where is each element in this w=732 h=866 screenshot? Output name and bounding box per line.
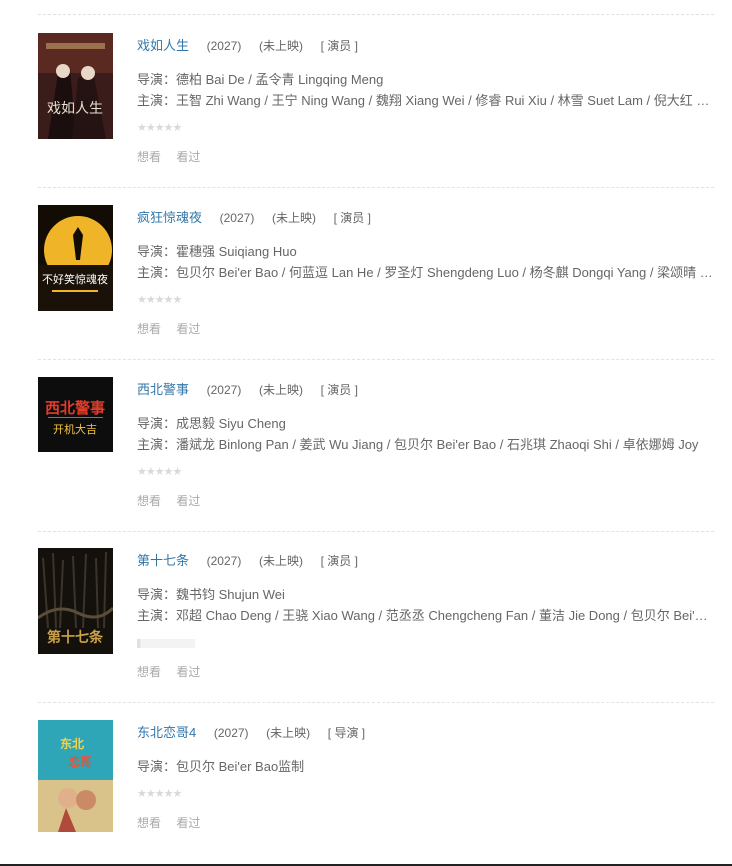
rating-stars — [137, 635, 714, 651]
movie-year: (2027) — [213, 726, 249, 740]
rating-stars: ★★★★★ — [137, 120, 714, 136]
movie-title[interactable]: 西北警事 — [137, 382, 189, 397]
role-tag: [ 演员 ] — [320, 39, 358, 53]
star-icon: ★★★★★ — [137, 465, 182, 478]
release-status: (未上映) — [258, 554, 303, 568]
movie-year: (2027) — [206, 383, 242, 397]
release-status: (未上映) — [266, 726, 311, 740]
rating-stars: ★★★★★ — [137, 292, 714, 308]
list-item: 戏如人生 戏如人生 (2027) (未上映) [ 演员 ] 导演：德柏 Bai … — [38, 16, 714, 188]
role-tag: [ 导演 ] — [327, 726, 366, 740]
star-icon: ★★★★★ — [137, 787, 182, 800]
cast-line: 主演：邓超 Chao Deng / 王骁 Xiao Wang / 范丞丞 Che… — [137, 608, 714, 623]
top-divider — [38, 14, 714, 15]
rating-stars: ★★★★★ — [137, 464, 714, 480]
movie-year: (2027) — [206, 39, 242, 53]
movie-poster[interactable]: 东北 恋哥 — [38, 720, 113, 832]
movie-year: (2027) — [219, 211, 255, 225]
watched-link[interactable]: 看过 — [176, 494, 200, 508]
cast-line: 主演：包贝尔 Bei'er Bao / 何蓝逗 Lan He / 罗圣灯 She… — [137, 265, 714, 280]
movie-poster[interactable]: 西北警事 开机大吉 — [38, 377, 113, 452]
want-to-watch-link[interactable]: 想看 — [137, 150, 161, 164]
director-line: 导演：霍穗强 Suiqiang Huo — [137, 244, 297, 259]
svg-text:开机大吉: 开机大吉 — [53, 422, 97, 436]
release-status: (未上映) — [258, 39, 303, 53]
director-line: 导演：成思毅 Siyu Cheng — [137, 416, 286, 431]
movie-poster[interactable]: 戏如人生 — [38, 33, 113, 139]
cast-line: 主演：潘斌龙 Binlong Pan / 姜武 Wu Jiang / 包贝尔 B… — [137, 437, 699, 452]
list-item: 不好笑惊魂夜 疯狂惊魂夜 (2027) (未上映) [ 演员 ] 导演：霍穗强 … — [38, 188, 714, 360]
release-status: (未上映) — [258, 383, 303, 397]
director-line: 导演：包贝尔 Bei'er Bao监制 — [137, 759, 305, 774]
movie-title[interactable]: 戏如人生 — [137, 38, 189, 53]
cast-line: 主演：王智 Zhi Wang / 王宁 Ning Wang / 魏翔 Xiang… — [137, 93, 714, 108]
director-line: 导演：德柏 Bai De / 孟令青 Lingqing Meng — [137, 72, 384, 87]
role-tag: [ 演员 ] — [333, 211, 371, 225]
svg-text:东北: 东北 — [60, 736, 84, 751]
want-to-watch-link[interactable]: 想看 — [137, 816, 161, 830]
want-to-watch-link[interactable]: 想看 — [137, 494, 161, 508]
watched-link[interactable]: 看过 — [176, 322, 200, 336]
want-to-watch-link[interactable]: 想看 — [137, 322, 161, 336]
list-item: 西北警事 开机大吉 西北警事 (2027) (未上映) [ 演员 ] 导演：成思… — [38, 360, 714, 532]
list-item: 第十七条 第十七条 (2027) (未上映) [ 演员 ] 导演：魏书钧 Shu… — [38, 531, 714, 703]
movie-poster[interactable]: 不好笑惊魂夜 — [38, 205, 113, 311]
role-tag: [ 演员 ] — [320, 383, 358, 397]
watched-link[interactable]: 看过 — [176, 665, 200, 679]
svg-text:恋哥: 恋哥 — [68, 754, 92, 769]
rating-stars: ★★★★★ — [137, 786, 714, 802]
star-icon: ★★★★★ — [137, 121, 182, 134]
list-item: 东北 恋哥 东北恋哥4 (2027) (未上映) [ 导演 ] 导演：包贝尔 B… — [38, 703, 714, 843]
movie-title[interactable]: 第十七条 — [137, 553, 189, 568]
watched-link[interactable]: 看过 — [176, 150, 200, 164]
svg-text:戏如人生: 戏如人生 — [47, 101, 103, 117]
rating-placeholder — [137, 638, 195, 648]
director-line: 导演：魏书钧 Shujun Wei — [137, 587, 285, 602]
svg-text:第十七条: 第十七条 — [47, 629, 104, 646]
svg-text:不好笑惊魂夜: 不好笑惊魂夜 — [42, 272, 108, 286]
movie-year: (2027) — [206, 554, 242, 568]
svg-text:西北警事: 西北警事 — [45, 399, 105, 417]
watched-link[interactable]: 看过 — [176, 816, 200, 830]
movie-poster[interactable]: 第十七条 — [38, 548, 113, 654]
star-icon: ★★★★★ — [137, 293, 182, 306]
movie-title[interactable]: 疯狂惊魂夜 — [137, 210, 202, 225]
role-tag: [ 演员 ] — [320, 554, 358, 568]
want-to-watch-link[interactable]: 想看 — [137, 665, 161, 679]
release-status: (未上映) — [271, 211, 316, 225]
movie-title[interactable]: 东北恋哥4 — [137, 725, 196, 740]
